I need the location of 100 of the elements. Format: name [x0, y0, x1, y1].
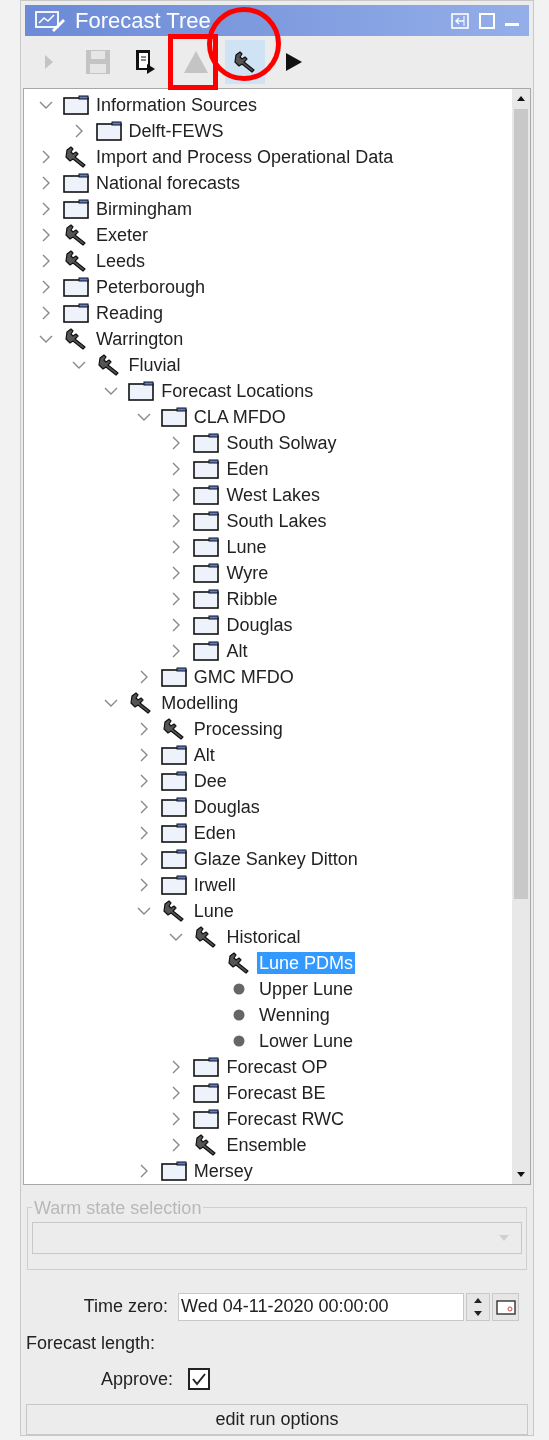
wrench-icon [161, 718, 186, 741]
field-label: Time zero: [82, 1295, 168, 1319]
wrench-icon [233, 51, 257, 74]
dot-icon [232, 1008, 246, 1023]
tree-item[interactable]: Lower Lune [257, 1030, 356, 1053]
tree-item[interactable]: Leeds [94, 250, 148, 273]
play-icon [44, 54, 54, 71]
folder-icon [193, 563, 220, 584]
folder-icon [193, 511, 220, 532]
tree-item[interactable]: CLA MFDO [191, 406, 288, 429]
folder-icon [160, 875, 187, 896]
tree-item[interactable]: Birmingham [94, 198, 195, 221]
tree-item[interactable]: West Lakes [224, 484, 323, 507]
tree-item[interactable]: Delft-FEWS [126, 120, 226, 143]
tree-item[interactable]: Warrington [94, 328, 186, 351]
folder-icon [63, 173, 89, 194]
folder-icon [160, 797, 187, 818]
save-icon [85, 49, 111, 76]
checkmark-icon [191, 1372, 207, 1387]
tree-item[interactable]: Glaze Sankey Ditton [191, 848, 360, 871]
calendar-button[interactable] [492, 1292, 519, 1321]
dot-icon [232, 1034, 246, 1049]
tree-item[interactable]: Forecast OP [224, 1056, 330, 1079]
dot-icon [232, 982, 246, 997]
tree-item[interactable]: Alt [191, 744, 217, 767]
folder-icon [95, 121, 122, 142]
wrench-icon [161, 900, 186, 923]
tree-item[interactable]: Lune [191, 900, 236, 923]
tree-item[interactable]: Alt [224, 640, 250, 663]
toolbar-button[interactable] [225, 40, 265, 85]
tree-item[interactable]: Forecast BE [224, 1082, 328, 1105]
tree-item[interactable]: Ensemble [224, 1134, 309, 1157]
folder-icon [160, 849, 187, 870]
tree-item[interactable]: Forecast Locations [159, 380, 316, 403]
wrench-icon [96, 354, 121, 377]
tree-item[interactable]: Wenning [257, 1004, 332, 1027]
calendar-icon [495, 1298, 516, 1315]
folder-icon [160, 771, 187, 792]
tree-item[interactable]: Wyre [224, 562, 271, 585]
restore-icon[interactable] [451, 12, 469, 29]
folder-icon [63, 95, 89, 116]
tree-item[interactable]: Douglas [191, 796, 262, 819]
folder-icon [193, 485, 220, 506]
folder-icon [128, 381, 155, 402]
folder-icon [193, 1083, 220, 1104]
tree-item[interactable]: GMC MFDO [191, 666, 296, 689]
window-title: Forecast Tree [75, 7, 212, 35]
tree-item[interactable]: Import and Process Operational Data [94, 146, 396, 169]
folder-icon [160, 407, 187, 428]
field-label: Approve: [99, 1367, 173, 1391]
folder-icon [193, 589, 220, 610]
tree-item[interactable]: Eden [224, 458, 271, 481]
wrench-icon [64, 250, 88, 273]
tree-item[interactable]: National forecasts [94, 172, 243, 195]
folder-icon [193, 1057, 220, 1078]
scrollbar-thumb[interactable] [514, 109, 528, 900]
tree-item[interactable]: Processing [191, 718, 285, 741]
folder-icon [160, 1161, 187, 1182]
folder-icon [193, 433, 220, 454]
tree-item[interactable]: Lune [224, 536, 269, 559]
chart-pencil-icon [35, 9, 65, 32]
tree-item[interactable]: Exeter [94, 224, 151, 247]
folder-icon [193, 615, 220, 636]
dropdown-caret-icon [499, 1235, 509, 1242]
wrench-icon [64, 224, 88, 247]
maximize-icon[interactable] [479, 12, 495, 29]
tree-item[interactable]: South Lakes [224, 510, 329, 533]
folder-icon [63, 277, 89, 298]
tree-item[interactable]: Upper Lune [257, 978, 356, 1001]
tree-item[interactable]: Dee [191, 770, 229, 793]
tree-item[interactable]: Information Sources [94, 94, 260, 117]
field-label: Forecast length: [26, 1332, 156, 1356]
scrollbar[interactable] [512, 89, 530, 1185]
tree-item[interactable]: Modelling [159, 692, 241, 715]
tree-item[interactable]: Reading [94, 302, 166, 325]
tree-item[interactable]: Eden [191, 822, 238, 845]
spinner-icon[interactable] [466, 1292, 490, 1321]
time-zero-field[interactable]: Wed 04-11-2020 00:00:00 [178, 1292, 464, 1321]
tree-item[interactable]: Douglas [224, 614, 295, 637]
tree-item[interactable]: South Solway [224, 432, 339, 455]
folder-icon [63, 303, 89, 324]
folder-icon [160, 823, 187, 844]
tree-item[interactable]: Ribble [224, 588, 280, 611]
tree-item[interactable]: Irwell [191, 874, 238, 897]
wrench-icon [64, 328, 88, 351]
wrench-icon [64, 146, 88, 169]
folder-icon [63, 199, 89, 220]
folder-icon [160, 667, 187, 688]
tree-item[interactable]: Mersey [191, 1160, 255, 1183]
folder-icon [193, 1109, 220, 1130]
tree-item[interactable]: Historical [224, 926, 303, 949]
triangle-icon [183, 50, 209, 75]
tree-item[interactable]: Forecast RWC [224, 1108, 347, 1131]
wrench-icon [227, 952, 251, 975]
tree-item[interactable]: Peterborough [94, 276, 208, 299]
edit-run-options-button[interactable]: edit run options [26, 1403, 528, 1435]
tree-item[interactable]: Fluvial [126, 354, 183, 377]
folder-icon [160, 745, 187, 766]
approve-checkbox[interactable] [188, 1368, 210, 1391]
folder-icon [193, 537, 220, 558]
